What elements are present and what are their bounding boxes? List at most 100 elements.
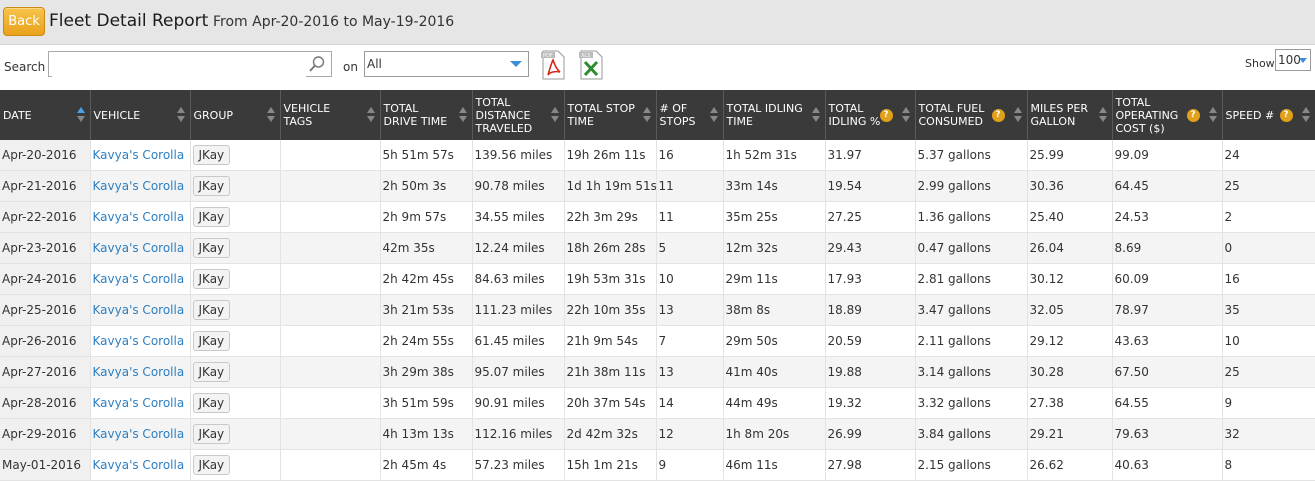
- vehicle-link[interactable]: Kavya's Corolla: [93, 241, 185, 255]
- cell-fuel-consumed: 2.11 gallons: [915, 325, 1028, 357]
- search-field[interactable]: [48, 51, 332, 77]
- cell-num-stops: 5: [656, 232, 724, 264]
- group-badge[interactable]: JKay: [192, 424, 231, 444]
- vehicle-link[interactable]: Kavya's Corolla: [93, 427, 185, 441]
- xls-export-icon[interactable]: XLS: [578, 50, 604, 80]
- cell-vehicle-tags: [280, 418, 381, 450]
- column-header-fuel-consumed[interactable]: TOTAL FUEL CONSUMED?: [915, 90, 1028, 140]
- table-row: Apr-25-2016 Kavya's Corolla JKay 3h 21m 53s…: [0, 294, 1315, 326]
- column-header-label: TOTAL OPERATING COST ($): [1115, 95, 1179, 135]
- filter-select[interactable]: All: [364, 51, 529, 77]
- cell-speed: 24: [1222, 140, 1315, 171]
- help-icon[interactable]: ?: [991, 109, 1005, 122]
- sort-icon[interactable]: [266, 107, 275, 123]
- sort-icon[interactable]: [366, 107, 375, 123]
- vehicle-link[interactable]: Kavya's Corolla: [93, 458, 185, 472]
- sort-icon[interactable]: [1013, 107, 1022, 123]
- cell-group: JKay: [190, 387, 281, 419]
- sort-icon[interactable]: [901, 107, 910, 123]
- sort-icon[interactable]: [458, 107, 467, 123]
- column-header-distance[interactable]: TOTAL DISTANCE TRAVELED: [472, 90, 565, 140]
- vehicle-link[interactable]: Kavya's Corolla: [93, 148, 185, 162]
- cell-group: JKay: [190, 170, 281, 202]
- cell-speed: 0: [1222, 232, 1315, 264]
- page-title: Fleet Detail Report: [49, 11, 209, 31]
- sort-icon[interactable]: [1208, 107, 1217, 123]
- vehicle-link[interactable]: Kavya's Corolla: [93, 396, 185, 410]
- group-badge[interactable]: JKay: [192, 145, 231, 165]
- page-size-select[interactable]: 100: [1275, 49, 1311, 71]
- cell-idling-pct: 17.93: [825, 263, 916, 295]
- column-header-num-stops[interactable]: # OF STOPS: [656, 90, 724, 140]
- column-header-stop-time[interactable]: TOTAL STOP TIME: [564, 90, 657, 140]
- group-badge[interactable]: JKay: [192, 207, 231, 227]
- column-header-label: TOTAL IDLING %: [828, 102, 881, 128]
- column-header-mpg[interactable]: MILES PER GALLON: [1027, 90, 1113, 140]
- cell-vehicle-tags: [280, 201, 381, 233]
- search-input[interactable]: [52, 53, 306, 77]
- sort-icon[interactable]: [642, 107, 651, 123]
- back-button[interactable]: Back: [3, 7, 45, 36]
- group-badge[interactable]: JKay: [192, 331, 231, 351]
- column-header-speed[interactable]: SPEED #?: [1222, 90, 1315, 140]
- cell-num-stops: 7: [656, 325, 724, 357]
- help-icon[interactable]: ?: [879, 109, 893, 122]
- column-header-label: VEHICLE TAGS: [283, 102, 331, 128]
- vehicle-link[interactable]: Kavya's Corolla: [93, 303, 185, 317]
- group-badge[interactable]: JKay: [192, 300, 231, 320]
- pdf-export-icon[interactable]: PDF: [540, 50, 566, 80]
- group-badge[interactable]: JKay: [192, 362, 231, 382]
- sort-icon[interactable]: [1098, 107, 1107, 123]
- cell-distance: 139.56 miles: [472, 140, 565, 171]
- cell-speed: 8: [1222, 449, 1315, 481]
- cell-num-stops: 9: [656, 449, 724, 481]
- column-header-idling-time[interactable]: TOTAL IDLING TIME: [723, 90, 826, 140]
- cell-speed: 25: [1222, 356, 1315, 388]
- vehicle-link[interactable]: Kavya's Corolla: [93, 365, 185, 379]
- help-icon[interactable]: ?: [1186, 109, 1200, 122]
- cell-vehicle: Kavya's Corolla: [90, 449, 191, 481]
- sort-icon[interactable]: [76, 107, 85, 123]
- column-header-date[interactable]: DATE: [0, 90, 91, 140]
- vehicle-link[interactable]: Kavya's Corolla: [93, 210, 185, 224]
- search-icon[interactable]: [308, 55, 326, 73]
- cell-date: Apr-24-2016: [0, 263, 91, 295]
- cell-operating-cost: 40.63: [1112, 449, 1223, 481]
- cell-drive-time: 2h 42m 45s: [380, 263, 473, 295]
- group-badge[interactable]: JKay: [192, 393, 231, 413]
- sort-icon[interactable]: [176, 107, 185, 123]
- table-row: Apr-26-2016 Kavya's Corolla JKay 2h 24m 55s…: [0, 325, 1315, 357]
- cell-idling-time: 1h 52m 31s: [723, 140, 826, 171]
- cell-idling-pct: 31.97: [825, 140, 916, 171]
- column-header-operating-cost[interactable]: TOTAL OPERATING COST ($)?: [1112, 90, 1223, 140]
- vehicle-link[interactable]: Kavya's Corolla: [93, 272, 185, 286]
- column-header-idling-pct[interactable]: TOTAL IDLING %?: [825, 90, 916, 140]
- table-row: Apr-22-2016 Kavya's Corolla JKay 2h 9m 57s 3…: [0, 201, 1315, 233]
- cell-mpg: 29.12: [1027, 325, 1113, 357]
- help-icon[interactable]: ?: [1279, 109, 1293, 122]
- vehicle-link[interactable]: Kavya's Corolla: [93, 179, 185, 193]
- cell-operating-cost: 78.97: [1112, 294, 1223, 326]
- sort-icon[interactable]: [550, 107, 559, 123]
- cell-num-stops: 10: [656, 263, 724, 295]
- cell-date: Apr-27-2016: [0, 356, 91, 388]
- column-header-drive-time[interactable]: TOTAL DRIVE TIME: [380, 90, 473, 140]
- vehicle-link[interactable]: Kavya's Corolla: [93, 334, 185, 348]
- group-badge[interactable]: JKay: [192, 238, 231, 258]
- column-header-vehicle[interactable]: VEHICLE: [90, 90, 191, 140]
- group-badge[interactable]: JKay: [192, 455, 231, 475]
- cell-mpg: 26.62: [1027, 449, 1113, 481]
- cell-date: Apr-20-2016: [0, 140, 91, 171]
- cell-operating-cost: 99.09: [1112, 140, 1223, 171]
- cell-stop-time: 15h 1m 21s: [564, 449, 657, 481]
- cell-vehicle-tags: [280, 449, 381, 481]
- cell-group: JKay: [190, 140, 281, 171]
- sort-icon[interactable]: [1301, 107, 1310, 123]
- sort-icon[interactable]: [709, 107, 718, 123]
- column-header-vehicle-tags[interactable]: VEHICLE TAGS: [280, 90, 381, 140]
- column-header-group[interactable]: GROUP: [190, 90, 281, 140]
- table-row: Apr-27-2016 Kavya's Corolla JKay 3h 29m 38s…: [0, 356, 1315, 388]
- sort-icon[interactable]: [811, 107, 820, 123]
- group-badge[interactable]: JKay: [192, 176, 231, 196]
- group-badge[interactable]: JKay: [192, 269, 231, 289]
